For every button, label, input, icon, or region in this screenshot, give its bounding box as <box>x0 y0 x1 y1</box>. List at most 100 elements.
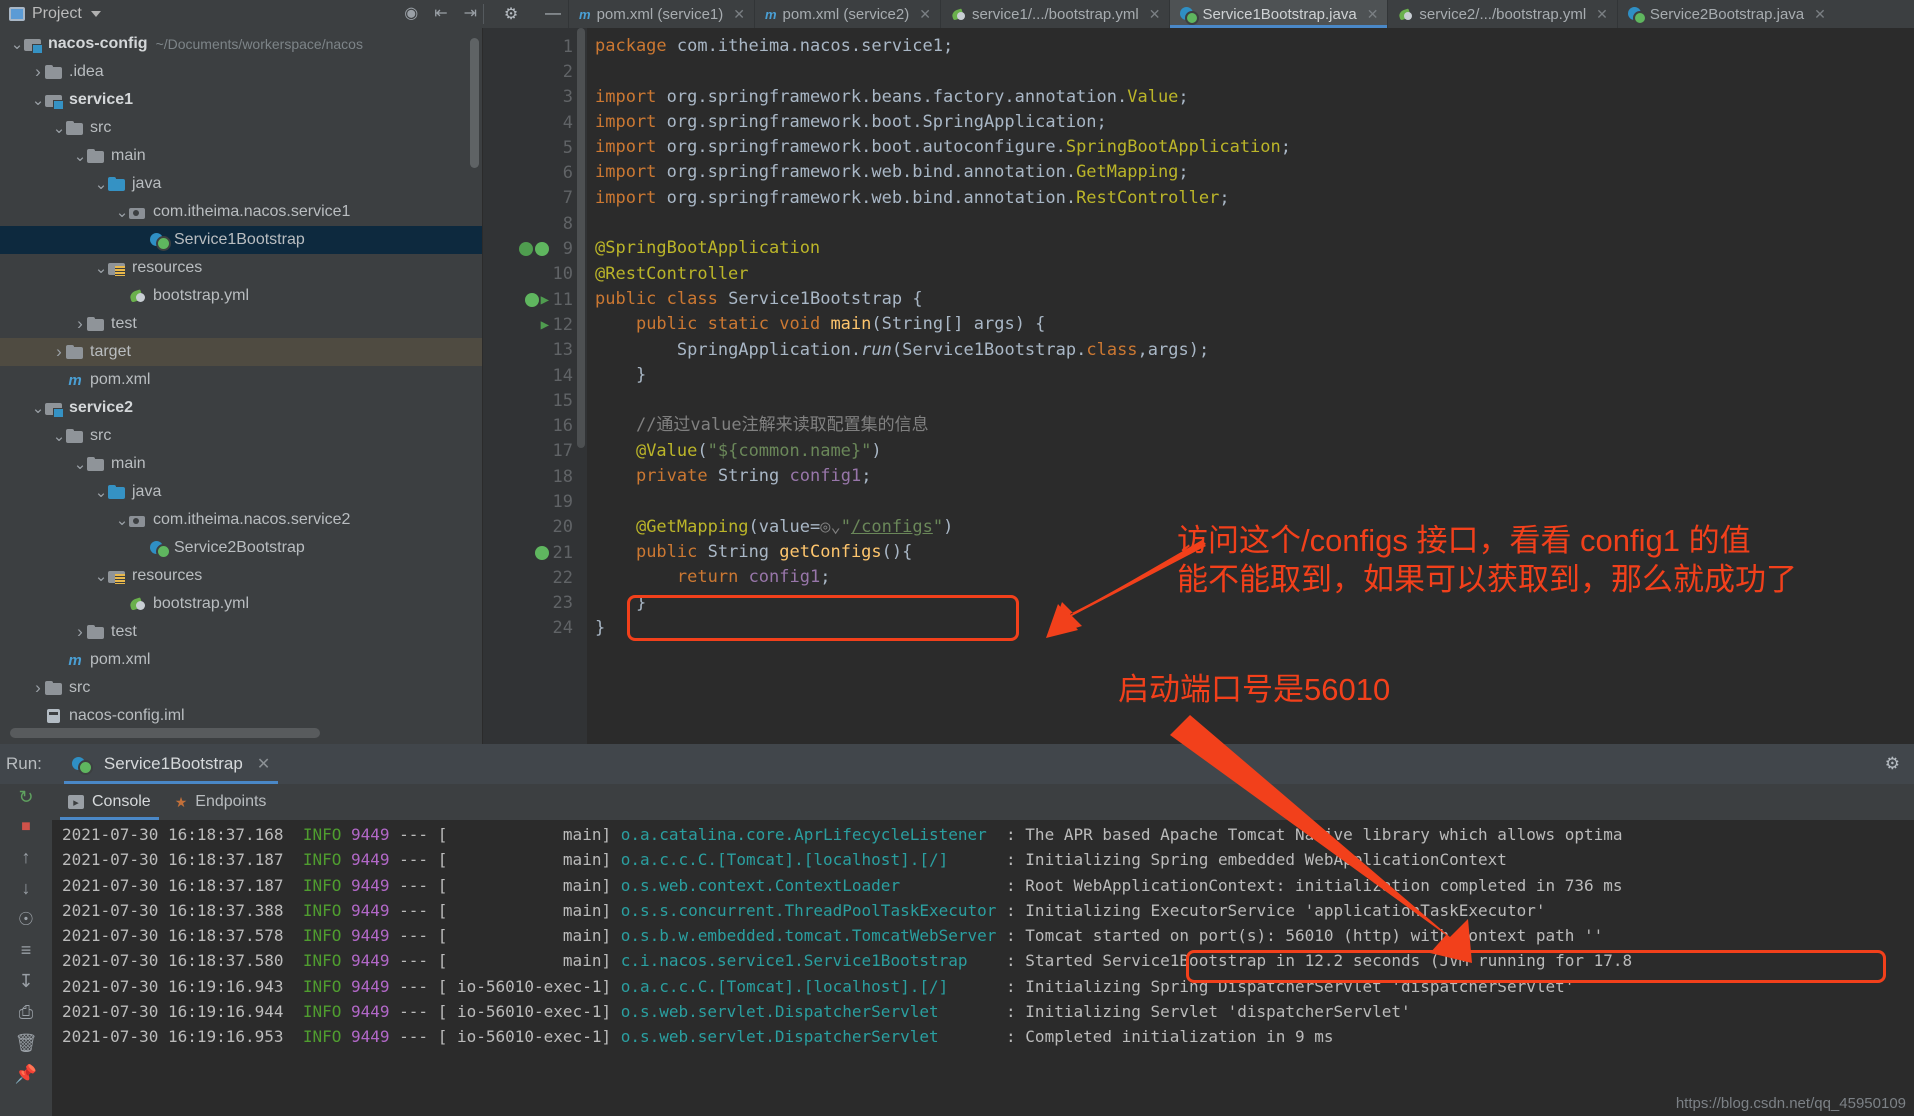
editor-tab-1[interactable]: m pom.xml (service2) ✕ <box>753 0 940 28</box>
close-icon[interactable]: ✕ <box>1596 6 1608 23</box>
clear-all-icon[interactable]: 🗑 <box>15 1034 38 1052</box>
gutter-line-3[interactable]: 3 <box>483 85 575 110</box>
tree-node--idea[interactable]: › .idea <box>0 58 482 86</box>
close-icon[interactable]: ✕ <box>1367 6 1379 23</box>
chevron-down-icon[interactable]: ⌄ <box>31 399 45 417</box>
gutter-line-15[interactable]: 15 <box>483 388 575 413</box>
chevron-down-icon[interactable]: ⌄ <box>94 259 108 277</box>
run-icon[interactable]: ▶ <box>541 292 549 308</box>
scroll-to-end-icon[interactable]: ↧ <box>18 972 33 990</box>
chevron-down-icon[interactable]: ⌄ <box>94 175 108 193</box>
tree-node-pom-xml[interactable]: m pom.xml <box>0 646 482 674</box>
tree-node-src[interactable]: ⌄ src <box>0 114 482 142</box>
tree-node-service1bootstrap[interactable]: Service1Bootstrap <box>0 226 482 254</box>
locate-file-icon[interactable]: ◉ <box>404 6 418 22</box>
chevron-down-icon[interactable] <box>90 11 101 17</box>
gutter-line-24[interactable]: 24 <box>483 616 575 641</box>
gutter-line-20[interactable]: 20 <box>483 515 575 540</box>
tree-horizontal-scrollbar[interactable] <box>10 728 320 738</box>
run-subtab-endpoints[interactable]: ★ Endpoints <box>175 784 267 820</box>
gutter-line-9[interactable]: 9 <box>483 236 575 261</box>
chevron-down-icon[interactable]: ⌄ <box>115 203 129 221</box>
chevron-down-icon[interactable]: ⌄ <box>52 119 66 137</box>
editor-tab-2[interactable]: service1/.../bootstrap.yml ✕ <box>939 0 1169 28</box>
tree-vertical-scrollbar[interactable] <box>470 38 479 168</box>
tree-node-bootstrap-yml[interactable]: bootstrap.yml <box>0 590 482 618</box>
gutter-line-5[interactable]: 5 <box>483 135 575 160</box>
close-icon[interactable]: ✕ <box>733 6 745 23</box>
chevron-down-icon[interactable]: ⌄ <box>10 35 24 53</box>
gutter-line-6[interactable]: 6 <box>483 160 575 185</box>
gutter-line-14[interactable]: 14 <box>483 363 575 388</box>
project-tree-panel[interactable]: ⌄ nacos-config ~/Documents/workerspace/nac… <box>0 28 483 744</box>
gutter-line-2[interactable]: 2 <box>483 59 575 84</box>
gutter-line-1[interactable]: 1 <box>483 34 575 59</box>
gutter-line-11[interactable]: 11 ▶ <box>483 287 575 312</box>
run-settings-gear-icon[interactable]: ⚙ <box>1885 754 1914 774</box>
chevron-right-icon[interactable]: › <box>31 678 45 698</box>
chevron-right-icon[interactable]: › <box>31 62 45 82</box>
chevron-down-icon[interactable]: ⌄ <box>94 483 108 501</box>
gutter-line-8[interactable]: 8 <box>483 211 575 236</box>
editor-tab-4[interactable]: service2/.../bootstrap.yml ✕ <box>1387 0 1616 28</box>
run-icon[interactable]: ▶ <box>541 317 549 333</box>
console-output[interactable]: 2021-07-30 16:18:37.168 INFO 9449 --- [ … <box>52 820 1914 1116</box>
pin-icon[interactable]: 📌 <box>15 1065 37 1083</box>
editor-gutter[interactable]: 1 2 3 4 5 6 7 8 9 10 11 ▶ 12 ▶ 13 14 15 16 17 18 19 20 21 22 23 2… <box>483 28 575 744</box>
collapse-all-icon[interactable]: ⇥ <box>464 6 477 22</box>
chevron-right-icon[interactable]: › <box>73 622 87 642</box>
bean-icon[interactable] <box>519 242 533 257</box>
tree-node-pom-xml[interactable]: m pom.xml <box>0 366 482 394</box>
expand-all-icon[interactable]: ⇤ <box>434 6 447 22</box>
chevron-down-icon[interactable]: ⌄ <box>73 147 87 165</box>
editor-left-scroll[interactable] <box>575 28 587 744</box>
tree-node-nacos-config[interactable]: ⌄ nacos-config ~/Documents/workerspace/nac… <box>0 30 482 58</box>
tree-node-bootstrap-yml[interactable]: bootstrap.yml <box>0 282 482 310</box>
gutter-line-22[interactable]: 22 <box>483 565 575 590</box>
tree-node-resources[interactable]: ⌄ resources <box>0 254 482 282</box>
scroll-up-icon[interactable]: ↑ <box>22 848 31 866</box>
chevron-down-icon[interactable]: ⌄ <box>115 511 129 529</box>
tree-node-service1[interactable]: ⌄ service1 <box>0 86 482 114</box>
tree-node-test[interactable]: › test <box>0 618 482 646</box>
print-icon[interactable]: ⎙ <box>19 1003 33 1021</box>
code-editor[interactable]: 1 2 3 4 5 6 7 8 9 10 11 ▶ 12 ▶ 13 14 15 16 17 18 19 20 21 22 23 2… <box>483 28 1914 744</box>
stop-icon[interactable]: ■ <box>21 819 31 835</box>
editor-tab-0[interactable]: m pom.xml (service1) ✕ <box>568 0 754 28</box>
tree-node-java[interactable]: ⌄ java <box>0 170 482 198</box>
run-configuration-tab[interactable]: Service1Bootstrap ✕ <box>63 744 279 784</box>
tree-node-com-itheima-nacos-service2[interactable]: ⌄ com.itheima.nacos.service2 <box>0 506 482 534</box>
scroll-down-icon[interactable]: ↓ <box>22 879 31 897</box>
tree-node-nacos-config-iml[interactable]: nacos-config.iml <box>0 702 482 730</box>
tree-node-src[interactable]: › src <box>0 674 482 702</box>
tree-node-target[interactable]: › target <box>0 338 482 366</box>
gutter-line-4[interactable]: 4 <box>483 110 575 135</box>
chevron-right-icon[interactable]: › <box>73 314 87 334</box>
gutter-line-21[interactable]: 21 <box>483 540 575 565</box>
spring-bean-icon[interactable] <box>535 545 549 560</box>
editor-tab-5[interactable]: Service2Bootstrap.java ✕ <box>1616 0 1835 28</box>
tree-node-java[interactable]: ⌄ java <box>0 478 482 506</box>
chevron-down-icon[interactable]: ⌄ <box>52 427 66 445</box>
tree-node-service2bootstrap[interactable]: Service2Bootstrap <box>0 534 482 562</box>
gutter-line-17[interactable]: 17 <box>483 439 575 464</box>
chevron-down-icon[interactable]: ⌄ <box>31 91 45 109</box>
hide-panel-icon[interactable]: — <box>538 0 568 28</box>
soft-wrap-icon[interactable]: ≡ <box>21 941 32 959</box>
tree-node-main[interactable]: ⌄ main <box>0 450 482 478</box>
chevron-right-icon[interactable]: › <box>52 342 66 362</box>
editor-tab-3[interactable]: Service1Bootstrap.java ✕ <box>1169 0 1388 28</box>
tree-node-src[interactable]: ⌄ src <box>0 422 482 450</box>
camera-icon[interactable]: ☉ <box>18 910 34 928</box>
gutter-line-7[interactable]: 7 <box>483 186 575 211</box>
gutter-line-10[interactable]: 10 <box>483 262 575 287</box>
gutter-line-18[interactable]: 18 <box>483 464 575 489</box>
tree-node-service2[interactable]: ⌄ service2 <box>0 394 482 422</box>
spring-bean-icon[interactable] <box>524 292 539 307</box>
tree-node-resources[interactable]: ⌄ resources <box>0 562 482 590</box>
close-icon[interactable]: ✕ <box>257 754 270 774</box>
editor-code-content[interactable]: package com.itheima.nacos.service1; impo… <box>587 28 1914 744</box>
inspection-icon[interactable] <box>535 242 549 257</box>
gutter-line-23[interactable]: 23 <box>483 591 575 616</box>
gutter-line-12[interactable]: 12 ▶ <box>483 312 575 337</box>
